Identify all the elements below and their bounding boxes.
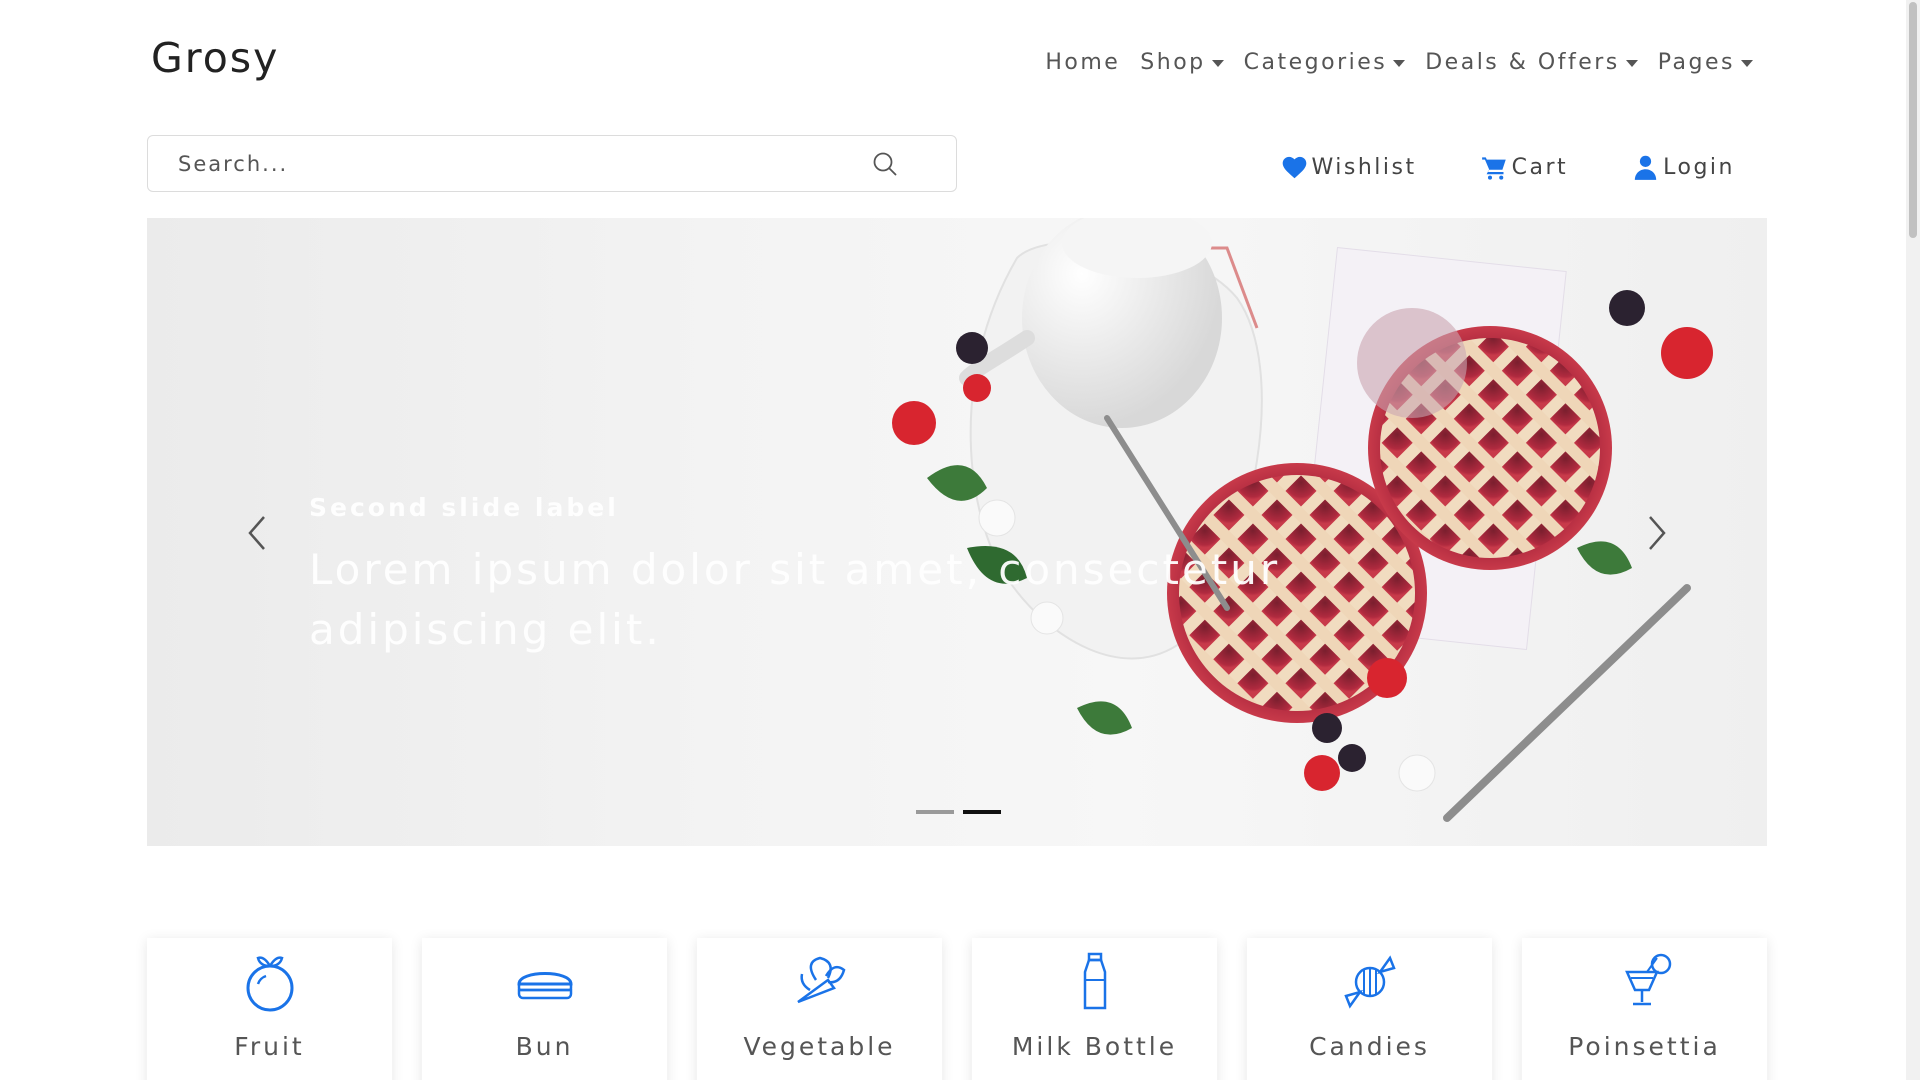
search-bar (147, 135, 957, 192)
search-input[interactable] (178, 151, 872, 176)
carousel-prev-button[interactable] (232, 508, 282, 558)
caret-down-icon (1625, 60, 1638, 67)
category-name: Poinsettia (1568, 1032, 1721, 1061)
page-scrollbar[interactable] (1906, 0, 1920, 1080)
nav-home[interactable]: Home (1045, 50, 1120, 75)
nav-deals-label: Deals & Offers (1425, 50, 1620, 75)
cart-icon (1481, 157, 1506, 180)
carousel-caption: Second slide label Lorem ipsum dolor sit… (309, 493, 1609, 660)
hero-carousel: Second slide label Lorem ipsum dolor sit… (147, 218, 1767, 846)
category-card-poinsettia[interactable]: Poinsettia (1522, 938, 1767, 1080)
login-label: Login (1663, 155, 1735, 180)
slide-label: Second slide label (309, 493, 619, 522)
search-icon[interactable] (872, 151, 898, 177)
fruit-icon (246, 956, 293, 1012)
category-card-milk-bottle[interactable]: Milk Bottle (972, 938, 1217, 1080)
carousel-next-button[interactable] (1632, 508, 1682, 558)
scrollbar-thumb[interactable] (1909, 2, 1917, 238)
cart-link[interactable]: Cart (1481, 154, 1569, 181)
category-card-candies[interactable]: Candies (1247, 938, 1492, 1080)
login-link[interactable]: Login (1632, 154, 1735, 181)
cart-label: Cart (1511, 155, 1569, 180)
nav-pages-label: Pages (1657, 50, 1735, 75)
brand-logo[interactable]: Grosy (151, 34, 279, 82)
caret-down-icon (1741, 60, 1753, 67)
category-card-bun[interactable]: Bun (422, 938, 667, 1080)
nav-shop-label: Shop (1140, 50, 1206, 75)
category-name: Fruit (234, 1032, 305, 1061)
nav-deals[interactable]: Deals & Offers (1425, 50, 1638, 75)
category-name: Bun (515, 1032, 574, 1061)
category-name: Milk Bottle (1011, 1032, 1178, 1061)
slide-text: Lorem ipsum dolor sit amet, consectetur … (309, 545, 1281, 654)
heart-icon (1282, 156, 1306, 179)
nav-shop[interactable]: Shop (1140, 50, 1224, 75)
nav-categories[interactable]: Categories (1244, 50, 1406, 75)
category-card-fruit[interactable]: Fruit (147, 938, 392, 1080)
caret-down-icon (1211, 60, 1224, 67)
category-card-vegetable[interactable]: Vegetable (697, 938, 942, 1080)
bun-icon (516, 972, 573, 1000)
category-name: Candies (1309, 1032, 1430, 1061)
nav-pages[interactable]: Pages (1658, 50, 1753, 75)
nav-home-label: Home (1045, 50, 1121, 75)
carousel-indicator-active[interactable] (963, 810, 1001, 814)
chevron-left-icon (248, 516, 265, 550)
milk-bottle-icon (1083, 952, 1106, 1010)
header-actions: Wishlist Cart Login (1281, 154, 1735, 181)
candy-icon (1343, 955, 1396, 1009)
user-icon (1634, 155, 1657, 180)
caret-down-icon (1393, 60, 1406, 67)
main-nav: Home Shop Categories Deals & Offers Page… (1045, 50, 1753, 75)
carousel-indicators (916, 810, 1001, 814)
category-list: Fruit Bun Vegetable Milk Bottle Candies … (147, 938, 1767, 1080)
chevron-right-icon (1649, 516, 1666, 550)
drink-icon (1624, 953, 1671, 1006)
carousel-indicator[interactable] (916, 810, 954, 814)
wishlist-link[interactable]: Wishlist (1281, 154, 1417, 181)
nav-categories-label: Categories (1243, 50, 1388, 75)
wishlist-label: Wishlist (1311, 155, 1417, 180)
category-name: Vegetable (743, 1032, 896, 1061)
vegetable-icon (796, 956, 845, 1004)
